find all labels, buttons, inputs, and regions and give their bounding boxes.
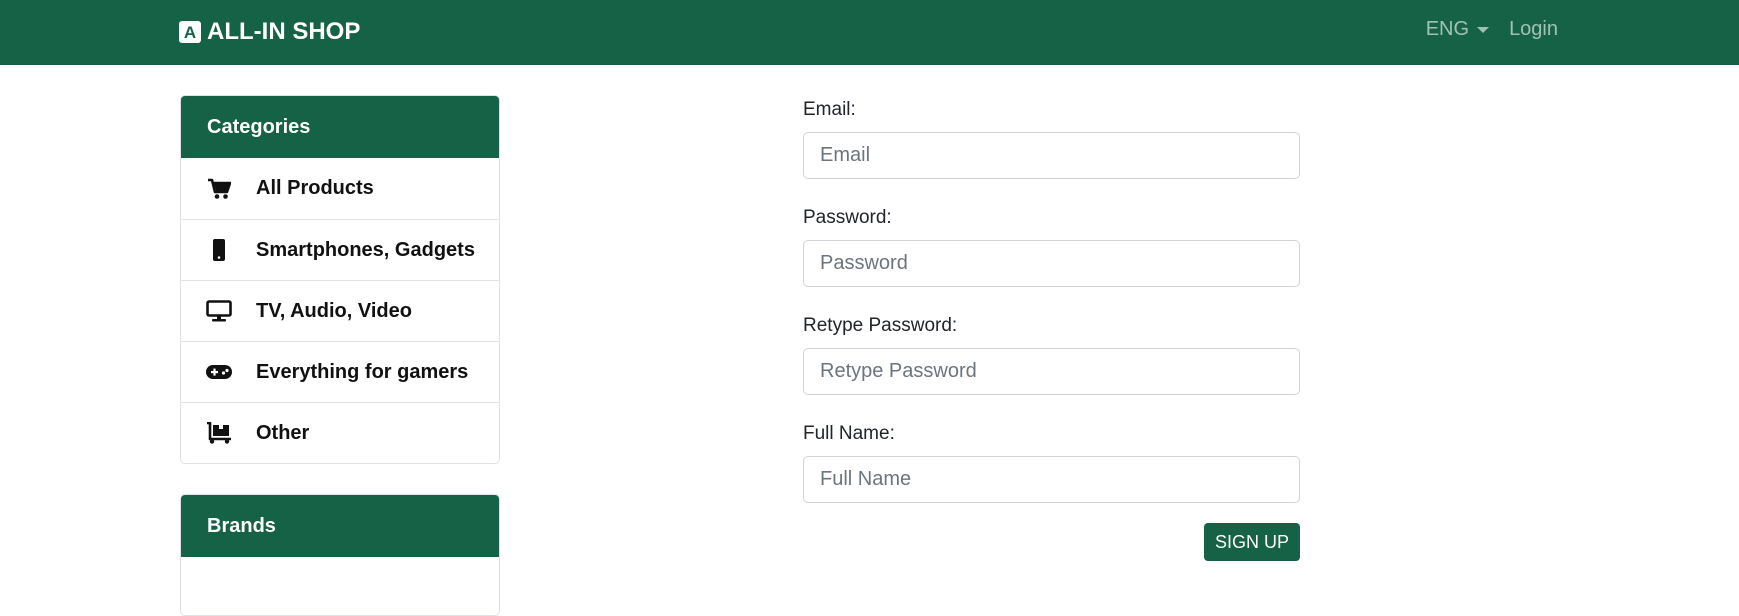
brands-header: Brands — [181, 495, 499, 557]
password-label: Password: — [803, 207, 892, 228]
category-all-products[interactable]: All Products — [181, 158, 499, 219]
caret-down-icon — [1477, 26, 1490, 33]
category-label: Everything for gamers — [256, 360, 469, 383]
smartphone-icon — [205, 238, 233, 262]
full-name-field[interactable] — [803, 456, 1300, 503]
category-label: All Products — [256, 177, 374, 199]
language-dropdown[interactable]: ENG — [1425, 18, 1490, 41]
brand-link[interactable]: A ALL-IN SHOP — [179, 17, 360, 47]
category-gamers[interactable]: Everything for gamers — [181, 341, 499, 402]
brands-card: Brands — [180, 494, 500, 616]
full-name-label: Full Name: — [803, 423, 895, 444]
categories-card: Categories All Products Smartphones, Gad… — [180, 95, 500, 464]
categories-header: Categories — [181, 96, 499, 158]
brand-name: ALL-IN SHOP — [207, 18, 361, 45]
monitor-icon — [205, 299, 233, 323]
brand-logo-icon: A — [179, 21, 201, 43]
email-field[interactable] — [803, 132, 1300, 179]
category-label: Other — [256, 421, 310, 444]
dolly-icon — [205, 421, 233, 445]
gamepad-icon — [205, 360, 233, 384]
email-label: Email: — [803, 99, 856, 120]
nav-right: ENG Login — [1426, 18, 1558, 41]
password-field[interactable] — [803, 240, 1300, 287]
category-smartphones[interactable]: Smartphones, Gadgets — [181, 219, 499, 280]
top-navbar: A ALL-IN SHOP ENG Login — [0, 0, 1739, 65]
category-tv-audio-video[interactable]: TV, Audio, Video — [181, 280, 499, 341]
cart-icon — [205, 177, 233, 201]
retype-password-label: Retype Password: — [803, 315, 958, 336]
login-link[interactable]: Login — [1509, 18, 1558, 41]
retype-password-field[interactable] — [803, 348, 1300, 395]
category-label: Smartphones, Gadgets — [256, 238, 475, 261]
sign-up-button[interactable]: SIGN UP — [1203, 523, 1300, 561]
language-label: ENG — [1425, 18, 1470, 40]
category-label: TV, Audio, Video — [256, 299, 412, 322]
category-other[interactable]: Other — [181, 402, 499, 463]
signup-row: SIGN UP — [803, 523, 1300, 561]
signup-form: Email: Password: Retype Password: Full N… — [803, 98, 1300, 561]
